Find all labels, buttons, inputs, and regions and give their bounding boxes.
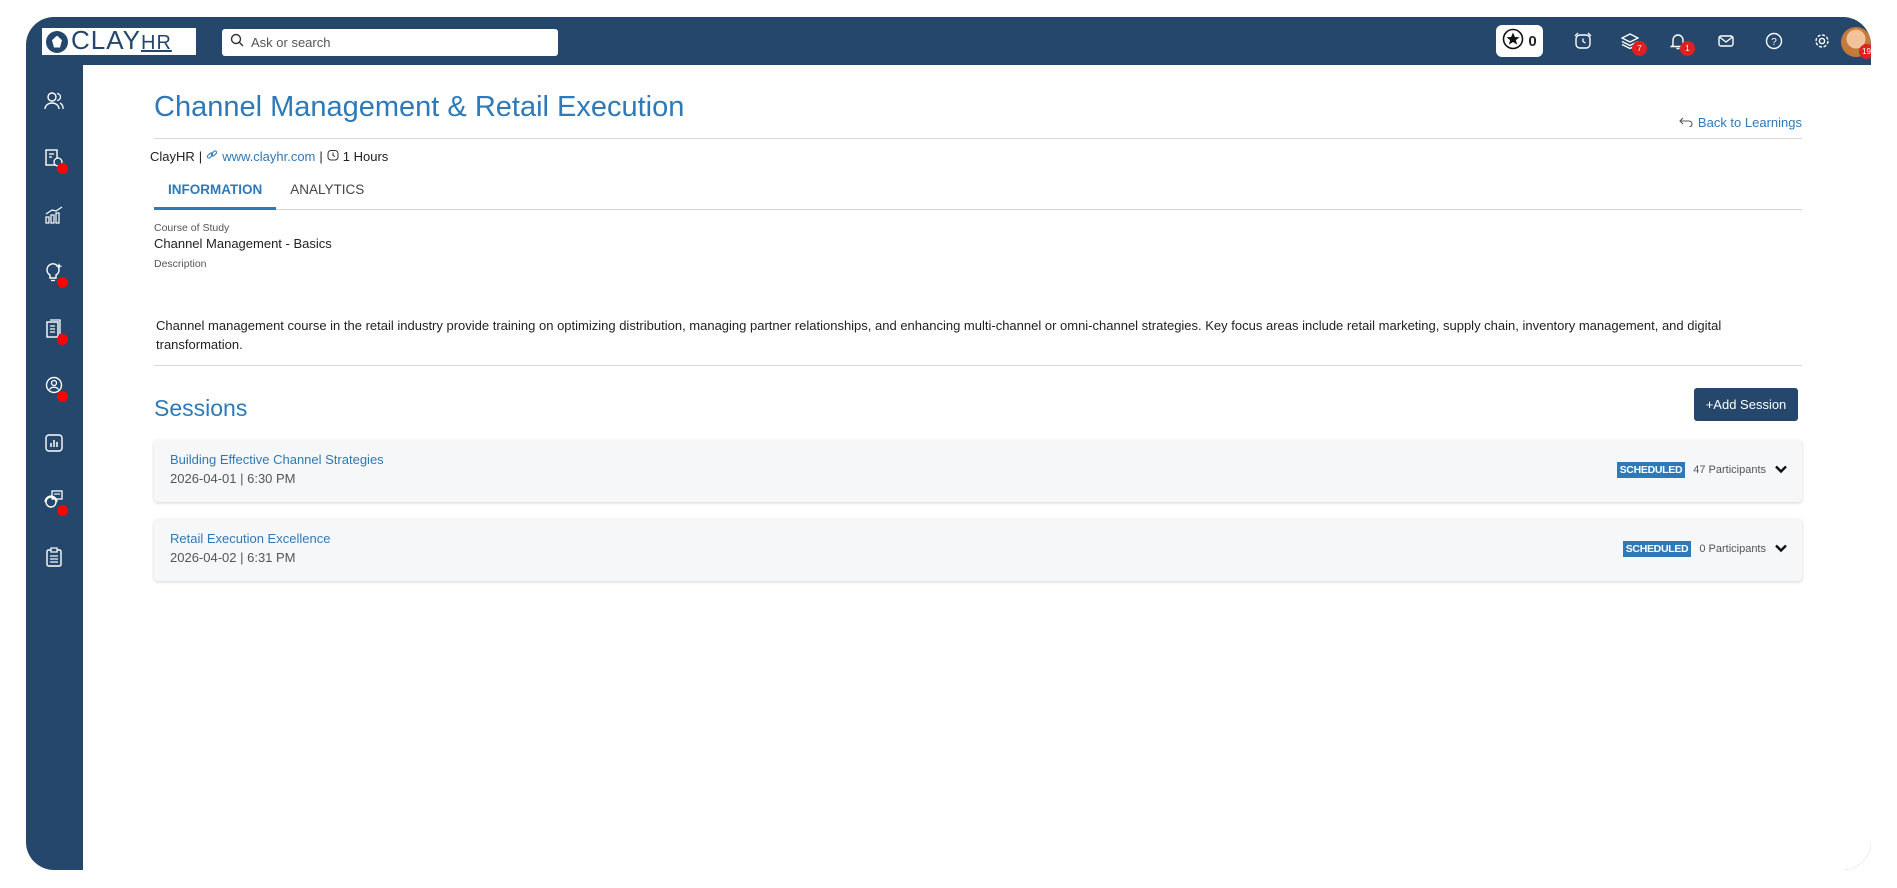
sidebar-alert-dot <box>57 505 68 516</box>
session-datetime: 2026-04-01 | 6:30 PM <box>170 471 296 486</box>
svg-text:?: ? <box>1771 37 1777 48</box>
session-summary: SCHEDULED 0 Participants <box>1622 540 1788 558</box>
add-session-button[interactable]: +Add Session <box>1694 388 1798 421</box>
sidebar-item-ideas[interactable] <box>42 262 68 288</box>
sidebar-alert-dot <box>57 277 68 288</box>
search-input[interactable] <box>251 35 541 50</box>
notification-badge: 1 <box>1680 41 1695 56</box>
logo-text: CLAYHR <box>71 24 172 55</box>
session-name-link[interactable]: Retail Execution Excellence <box>170 531 330 546</box>
top-bar: CLAYHR 0 7 1 ? <box>26 17 1871 65</box>
avatar-badge: 19 <box>1859 44 1871 59</box>
back-arrow-icon <box>1679 115 1693 130</box>
clipboard-icon <box>43 546 65 573</box>
session-card[interactable]: Building Effective Channel Strategies 20… <box>154 440 1802 502</box>
meta-separator: | <box>319 149 323 164</box>
description-label: Description <box>154 258 207 270</box>
course-duration: 1 Hours <box>342 149 389 164</box>
session-datetime: 2026-04-02 | 6:31 PM <box>170 550 296 565</box>
star-badge-icon <box>1502 28 1524 54</box>
provider-name: ClayHR <box>150 149 195 164</box>
session-name-link[interactable]: Building Effective Channel Strategies <box>170 452 384 467</box>
logo-mark-icon <box>46 30 68 53</box>
course-of-study-label: Course of Study <box>154 222 230 234</box>
learning-layers-icon[interactable]: 7 <box>1618 29 1647 56</box>
course-meta: ClayHR | www.clayhr.com | 1 Hours <box>150 149 388 164</box>
sidebar-alert-dot <box>57 163 68 174</box>
session-card[interactable]: Retail Execution Excellence 2026-04-02 |… <box>154 519 1802 581</box>
sidebar-item-documents[interactable] <box>42 318 68 345</box>
user-avatar[interactable]: 19 <box>1841 27 1871 59</box>
search-icon <box>230 33 244 52</box>
sidebar-item-reports[interactable] <box>42 433 66 457</box>
app-frame: CLAYHR 0 7 1 ? <box>26 17 1871 870</box>
sidebar-item-helpdesk[interactable] <box>42 489 68 516</box>
mail-icon[interactable] <box>1714 29 1738 53</box>
main-content: Channel Management & Retail Execution Ba… <box>83 65 1871 870</box>
bell-icon[interactable]: 1 <box>1666 29 1695 56</box>
clock-icon <box>327 149 339 164</box>
report-chart-icon <box>43 432 65 459</box>
back-link-label: Back to Learnings <box>1697 115 1802 130</box>
clayhr-logo[interactable]: CLAYHR <box>42 24 196 55</box>
description-divider <box>154 365 1802 366</box>
meta-separator: | <box>198 149 203 164</box>
course-tabs: INFORMATION ANALYTICS <box>154 176 1802 210</box>
sidebar-item-analytics[interactable] <box>42 205 66 229</box>
points-count: 0 <box>1528 32 1537 50</box>
sidebar-alert-dot <box>57 391 68 402</box>
course-of-study-value: Channel Management - Basics <box>154 236 332 251</box>
back-to-learnings-link[interactable]: Back to Learnings <box>1679 115 1802 130</box>
gear-icon[interactable] <box>1810 29 1834 53</box>
search-box[interactable] <box>222 29 558 56</box>
participants-count: 0 Participants <box>1699 543 1766 555</box>
analytics-icon <box>43 204 65 231</box>
website-link[interactable]: www.clayhr.com <box>222 149 315 164</box>
chevron-down-icon[interactable] <box>1774 461 1788 479</box>
sidebar-alert-dot <box>57 334 68 345</box>
sidebar <box>26 65 83 870</box>
participants-count: 47 Participants <box>1693 464 1766 476</box>
session-summary: SCHEDULED 47 Participants <box>1616 461 1788 479</box>
page-title: Channel Management & Retail Execution <box>154 91 685 123</box>
people-icon <box>43 90 65 117</box>
tab-information[interactable]: INFORMATION <box>154 176 277 210</box>
chevron-down-icon[interactable] <box>1774 540 1788 558</box>
title-divider <box>154 138 1802 139</box>
sidebar-item-people[interactable] <box>42 91 66 115</box>
sessions-heading: Sessions <box>154 395 248 421</box>
alarm-clock-icon[interactable] <box>1571 29 1595 53</box>
link-icon <box>206 149 218 164</box>
tab-analytics[interactable]: ANALYTICS <box>276 176 378 210</box>
sidebar-item-timesheet[interactable] <box>42 148 68 174</box>
status-badge: SCHEDULED <box>1622 541 1692 557</box>
help-icon[interactable]: ? <box>1762 29 1786 53</box>
learning-badge: 7 <box>1632 41 1647 56</box>
sidebar-item-checklist[interactable] <box>42 546 66 573</box>
points-button[interactable]: 0 <box>1496 25 1543 57</box>
sidebar-item-profile[interactable] <box>42 376 68 402</box>
description-text: Channel management course in the retail … <box>156 318 1722 352</box>
status-badge: SCHEDULED <box>1616 462 1686 478</box>
